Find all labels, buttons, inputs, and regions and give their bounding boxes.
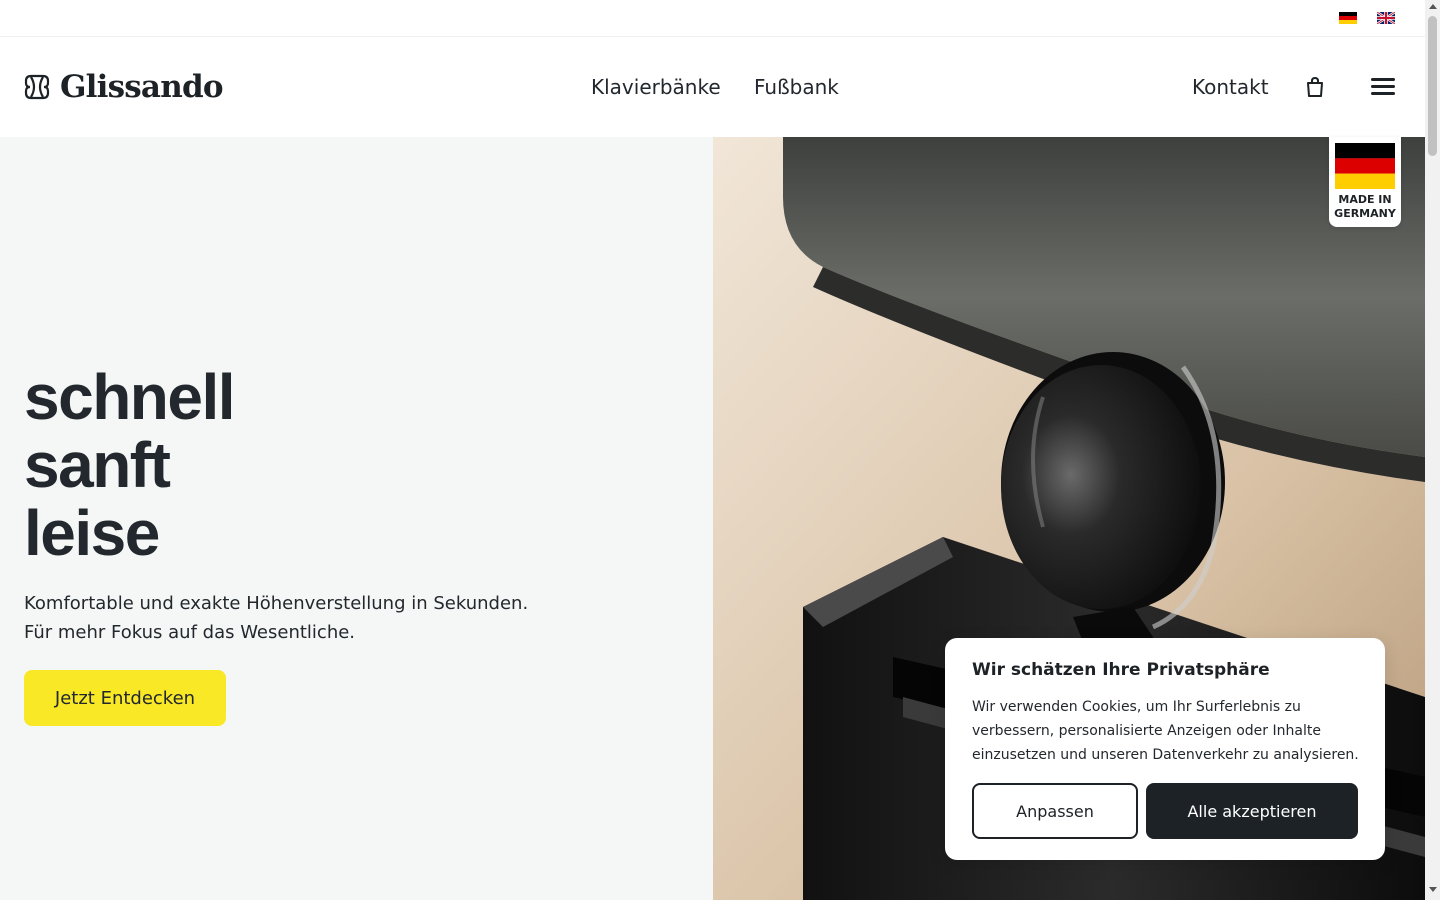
badge-label: MADE IN GERMANY [1329, 193, 1401, 221]
cookie-title: Wir schätzen Ihre Privatsphäre [972, 660, 1270, 680]
hero-headline: schnell sanft leise [24, 361, 236, 569]
badge-line-1: MADE IN [1338, 193, 1392, 206]
nav-link-fussbank[interactable]: Fußbank [754, 75, 839, 99]
subline-line-2: Für mehr Fokus auf das Wesentliche. [24, 622, 356, 643]
scrollbar-thumb[interactable] [1428, 16, 1437, 156]
hero-subline: Komfortable und exakte Höhenverstellung … [24, 589, 624, 647]
german-flag-icon[interactable] [1339, 12, 1357, 24]
shopping-bag-icon[interactable] [1305, 76, 1325, 98]
subline-line-1: Komfortable und exakte Höhenverstellung … [24, 593, 529, 614]
uk-flag-icon[interactable] [1377, 12, 1395, 24]
hamburger-menu-icon[interactable] [1371, 78, 1395, 96]
cookie-consent-dialog: Wir schätzen Ihre Privatsphäre Wir verwe… [945, 638, 1385, 860]
made-in-germany-badge: MADE IN GERMANY [1329, 137, 1401, 227]
scroll-down-arrow-icon[interactable] [1429, 887, 1437, 892]
german-flag-icon [1335, 143, 1395, 189]
cookie-description: Wir verwenden Cookies, um Ihr Surferlebn… [972, 699, 1359, 763]
scroll-up-arrow-icon[interactable] [1429, 4, 1437, 9]
glissando-logo-icon [24, 74, 50, 100]
customize-cookies-button[interactable]: Anpassen [972, 783, 1138, 839]
accept-all-cookies-button[interactable]: Alle akzeptieren [1146, 783, 1358, 839]
brand-name: Glissando [60, 69, 224, 105]
nav-link-kontakt[interactable]: Kontakt [1192, 75, 1269, 99]
site-header: Glissando Klavierbänke Fußbank Kontakt [0, 38, 1425, 137]
nav-link-klavierbaenke[interactable]: Klavierbänke [591, 75, 721, 99]
discover-now-button[interactable]: Jetzt Entdecken [24, 670, 226, 726]
page-scrollbar[interactable] [1425, 0, 1440, 900]
headline-line-1: schnell [24, 361, 236, 433]
language-bar [0, 0, 1425, 37]
brand-logo[interactable]: Glissando [24, 69, 224, 105]
badge-line-2: GERMANY [1334, 207, 1396, 220]
headline-line-2: sanft [24, 429, 171, 501]
headline-line-3: leise [24, 497, 160, 569]
hero-text-panel: schnell sanft leise Komfortable und exak… [0, 137, 713, 900]
